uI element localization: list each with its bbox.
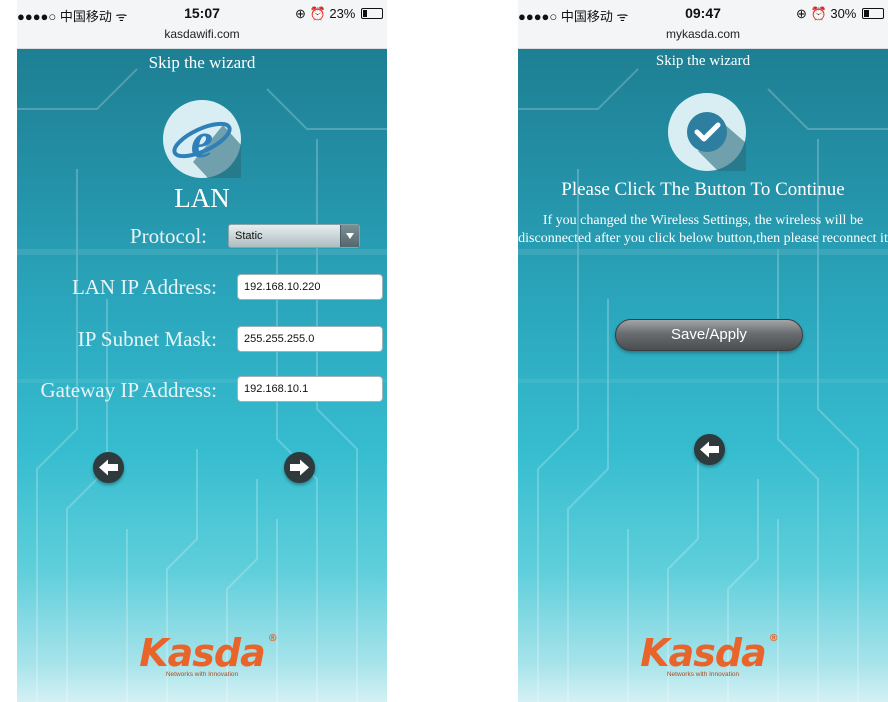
phone-screen-lan: ●●●●○ 中国移动 ᯤ 15:07 ⊕ ⏰ 23% kasdawifi.com: [17, 0, 387, 702]
status-indicators: ⊕ ⏰ 23%: [295, 6, 383, 22]
status-text: ⊕ ⏰ 30%: [796, 6, 857, 21]
address-bar-url[interactable]: kasdawifi.com: [17, 27, 387, 41]
gateway-ip-input[interactable]: 192.168.10.1: [237, 376, 383, 402]
checkmark-icon: [668, 93, 746, 171]
phone-screen-save: ●●●●○ 中国移动 ᯤ 09:47 ⊕ ⏰ 30% mykasda.com S…: [518, 0, 888, 702]
dropdown-arrow-icon[interactable]: [340, 225, 359, 247]
brand-name: Kasda: [139, 631, 266, 675]
back-button[interactable]: [93, 452, 124, 483]
battery-icon: [361, 8, 383, 19]
lan-ip-input[interactable]: 192.168.10.220: [237, 274, 383, 300]
page-title: LAN: [174, 183, 230, 213]
save-apply-button[interactable]: Save/Apply: [615, 319, 803, 351]
registered-mark: ®: [768, 633, 779, 644]
subnet-mask-input[interactable]: 255.255.255.0: [237, 326, 383, 352]
arrow-left-icon: [700, 441, 719, 458]
wizard-screen: Skip the wizard Please Click The Button …: [518, 49, 888, 702]
wizard-screen: Skip the wizard e LAN Protocol: Static L…: [17, 49, 387, 702]
protocol-selected-value: Static: [235, 230, 263, 242]
arrow-left-icon: [99, 459, 118, 476]
brand-name: Kasda: [640, 631, 767, 675]
status-text: ⊕ ⏰ 23%: [295, 6, 356, 21]
status-indicators: ⊕ ⏰ 30%: [796, 6, 884, 22]
lan-ip-label: LAN IP Address:: [71, 275, 217, 299]
wireless-warning-message: If you changed the Wireless Settings, th…: [518, 213, 888, 246]
gateway-ip-label: Gateway IP Address:: [40, 378, 217, 402]
continue-heading: Please Click The Button To Continue: [561, 179, 845, 200]
status-bar: ●●●●○ 中国移动 ᯤ 09:47 ⊕ ⏰ 30% mykasda.com: [518, 0, 888, 49]
battery-icon: [862, 8, 884, 19]
arrow-right-icon: [290, 459, 309, 476]
kasda-logo: Kasda ® Networks with Innovation: [518, 631, 888, 678]
svg-text:e: e: [191, 112, 213, 168]
back-button[interactable]: [694, 434, 725, 465]
address-bar-url[interactable]: mykasda.com: [518, 27, 888, 41]
kasda-logo: Kasda ® Networks with Innovation: [17, 631, 387, 678]
registered-mark: ®: [267, 633, 278, 644]
status-bar: ●●●●○ 中国移动 ᯤ 15:07 ⊕ ⏰ 23% kasdawifi.com: [17, 0, 387, 49]
skip-wizard-link[interactable]: Skip the wizard: [17, 53, 387, 73]
subnet-mask-label: IP Subnet Mask:: [77, 327, 217, 351]
protocol-select[interactable]: Static: [228, 224, 360, 248]
protocol-label: Protocol:: [130, 224, 207, 248]
skip-wizard-link[interactable]: Skip the wizard: [518, 53, 888, 70]
next-button[interactable]: [284, 452, 315, 483]
internet-explorer-icon: e: [163, 100, 241, 178]
